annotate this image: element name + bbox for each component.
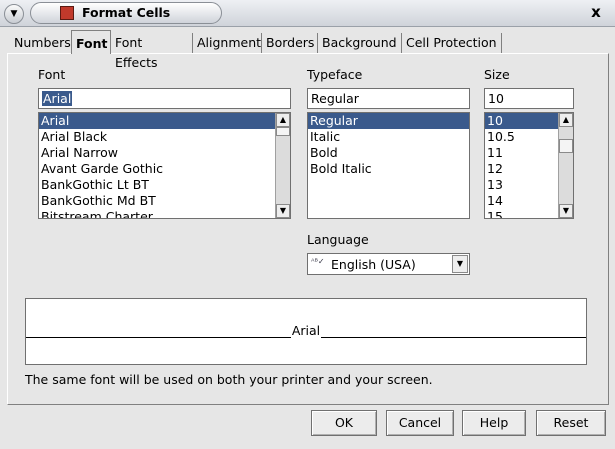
list-item[interactable]: Bold Italic [308, 161, 469, 177]
list-item[interactable]: Bitstream Charter [39, 209, 290, 218]
list-item[interactable]: Arial Narrow [39, 145, 290, 161]
ok-button[interactable]: OK [311, 410, 377, 436]
scroll-down-icon[interactable]: ▼ [276, 204, 290, 218]
list-item[interactable]: Arial [39, 113, 290, 129]
cancel-button[interactable]: Cancel [386, 410, 454, 436]
font-label: Font [38, 67, 66, 82]
font-list[interactable]: Arial Arial Black Arial Narrow Avant Gar… [38, 112, 291, 219]
font-note: The same font will be used on both your … [25, 372, 433, 387]
scroll-up-icon[interactable]: ▲ [276, 113, 290, 127]
close-button[interactable]: x [586, 3, 606, 21]
font-input-value: Arial [42, 91, 73, 106]
list-item[interactable]: Italic [308, 129, 469, 145]
reset-button[interactable]: Reset [536, 410, 606, 436]
window-title: Format Cells [82, 5, 171, 20]
tab-cell-protection[interactable]: Cell Protection [402, 33, 502, 53]
app-icon [60, 6, 74, 20]
preview-text: Arial [290, 323, 322, 338]
tab-font-effects[interactable]: Font Effects [111, 33, 193, 70]
list-item[interactable]: Arial Black [39, 129, 290, 145]
tab-numbers[interactable]: Numbers [10, 33, 72, 53]
size-label: Size [484, 67, 510, 82]
list-item[interactable]: BankGothic Md BT [39, 193, 290, 209]
scroll-thumb[interactable] [276, 127, 290, 136]
list-item[interactable]: Avant Garde Gothic [39, 161, 290, 177]
tab-background[interactable]: Background [318, 33, 402, 53]
font-input[interactable]: Arial [38, 88, 291, 109]
typeface-input[interactable]: Regular [307, 88, 470, 109]
list-item[interactable]: Regular [308, 113, 469, 129]
list-item[interactable]: BankGothic Lt BT [39, 177, 290, 193]
chevron-down-icon: ▼ [10, 9, 18, 19]
language-select[interactable]: ᴬᴮ✓ English (USA) ▼ [307, 253, 470, 275]
window-menu-button[interactable]: ▼ [4, 4, 24, 24]
close-icon: x [591, 3, 601, 21]
list-item[interactable]: Bold [308, 145, 469, 161]
font-list-scrollbar[interactable]: ▲ ▼ [275, 113, 290, 218]
language-value: English (USA) [331, 257, 416, 272]
size-input[interactable]: 10 [484, 88, 574, 109]
tab-alignment[interactable]: Alignment [193, 33, 262, 53]
typeface-label: Typeface [307, 67, 363, 82]
size-list-scrollbar[interactable]: ▲ ▼ [558, 113, 573, 218]
typeface-list[interactable]: Regular Italic Bold Bold Italic [307, 112, 470, 219]
tab-font[interactable]: Font [71, 30, 111, 54]
language-label: Language [307, 232, 369, 247]
chevron-down-icon[interactable]: ▼ [452, 255, 468, 273]
tab-borders[interactable]: Borders [262, 33, 318, 53]
scroll-down-icon[interactable]: ▼ [559, 204, 573, 218]
size-list[interactable]: 10 10.5 11 12 13 14 15 ▲ ▼ [484, 112, 574, 219]
help-button[interactable]: Help [462, 410, 526, 436]
scroll-up-icon[interactable]: ▲ [559, 113, 573, 127]
font-preview: Arial [25, 298, 587, 365]
scroll-thumb[interactable] [559, 139, 573, 153]
spellcheck-icon: ᴬᴮ✓ [311, 257, 325, 266]
